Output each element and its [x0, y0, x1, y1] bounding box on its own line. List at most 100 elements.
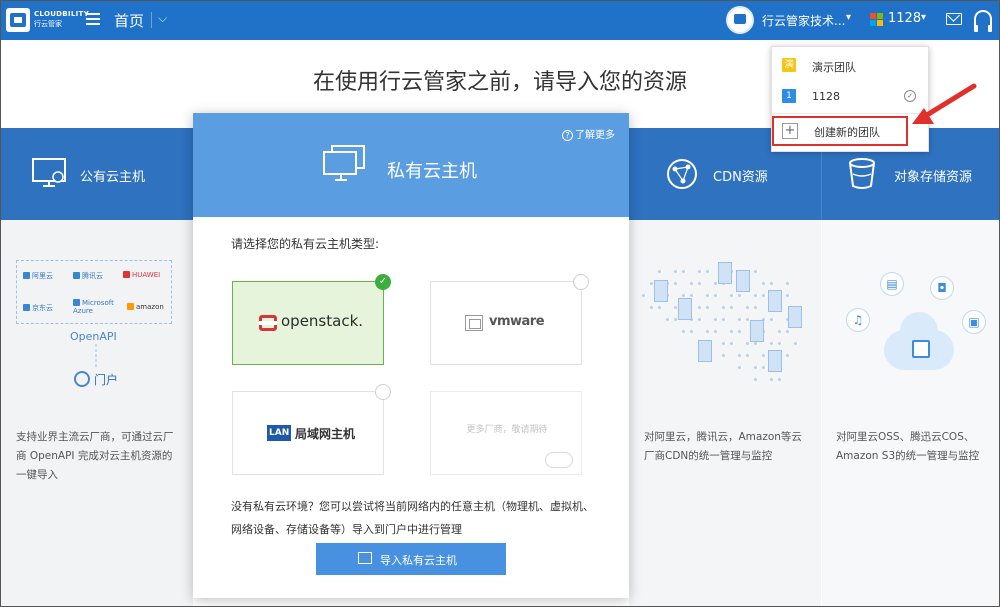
radio-icon[interactable] — [375, 384, 391, 400]
option-label: 更多厂商，敬请期待 — [466, 425, 548, 435]
map-dot — [722, 342, 725, 345]
server-icon — [788, 306, 802, 328]
chevron-down-icon[interactable]: ⌵ — [158, 11, 167, 26]
vendor-logo: Microsoft Azure — [73, 299, 114, 315]
create-team-label: 创建新的团队 — [814, 126, 880, 139]
portal-icon — [74, 371, 90, 387]
annotation-arrow — [912, 83, 977, 124]
private-cloud-panel: ? 了解更多 私有云主机 请选择您的私有云主机类型: ✓ openstack. v… — [193, 113, 629, 598]
windows-grid-icon[interactable] — [870, 13, 883, 26]
openapi-label: OpenAPI — [70, 330, 117, 343]
map-dot — [698, 270, 701, 273]
option-openstack[interactable]: ✓ openstack. — [232, 274, 391, 365]
category-public-cloud[interactable]: 公有云主机 — [0, 128, 193, 220]
map-dot — [754, 378, 757, 381]
map-dot — [714, 294, 717, 297]
map-dot — [650, 306, 653, 309]
music-icon: ♫ — [846, 308, 870, 332]
map-dot — [754, 306, 757, 309]
mail-icon[interactable] — [946, 13, 962, 25]
top-bar: CLOUDBILITY 行云管家 首页 ⌵ 行云管家技术... ▾ 1128 ▾ — [0, 0, 1000, 40]
network-globe-icon — [667, 159, 697, 189]
team-avatar[interactable] — [726, 6, 754, 34]
storage-panel — [822, 220, 1000, 607]
panel-title: 私有云主机 — [387, 161, 477, 182]
map-dot — [770, 318, 773, 321]
monitor-icon — [358, 552, 372, 564]
team-item-1128[interactable]: 1 1128 ✓ — [772, 82, 930, 112]
map-dot — [690, 282, 693, 285]
server-icon — [750, 320, 764, 342]
create-team-item[interactable]: + 创建新的团队 — [772, 116, 908, 146]
team-item-demo[interactable]: 演 演示团队 — [772, 51, 930, 81]
menu-icon[interactable] — [86, 13, 100, 25]
map-dot — [722, 318, 725, 321]
map-dot — [738, 330, 741, 333]
connector-line — [95, 344, 97, 368]
learn-more-link[interactable]: ? 了解更多 — [562, 126, 615, 141]
map-dot — [642, 294, 645, 297]
panel-header: ? 了解更多 私有云主机 — [193, 113, 629, 217]
server-icon — [678, 298, 692, 320]
map-dot — [738, 294, 741, 297]
map-dot — [706, 270, 709, 273]
brand-logo[interactable]: CLOUDBILITY 行云管家 — [6, 6, 89, 34]
public-cloud-description: 支持业界主流云厂商，可通过云厂商 OpenAPI 完成对云主机资源的一键导入 — [16, 431, 174, 481]
map-dot — [754, 294, 757, 297]
map-dot — [770, 342, 773, 345]
headset-icon[interactable] — [974, 10, 992, 32]
vmware-logo-icon — [465, 315, 483, 331]
category-label: 对象存储资源 — [894, 170, 973, 185]
monitors-icon — [323, 145, 367, 185]
radio-icon[interactable] — [573, 274, 589, 290]
map-dot — [714, 282, 717, 285]
cdn-description: 对阿里云，腾讯云，Amazon等云厂商CDN的统一管理与监控 — [644, 431, 802, 462]
map-dot — [674, 318, 677, 321]
map-dot — [730, 306, 733, 309]
map-dot — [690, 294, 693, 297]
chevron-down-icon[interactable]: ▾ — [921, 12, 926, 23]
cloudbility-logo-icon — [6, 8, 30, 32]
storage-description: 对阿里云OSS、腾迅云COS、Amazon S3的统一管理与监控 — [836, 431, 980, 462]
map-dot — [762, 282, 765, 285]
map-dot — [778, 330, 781, 333]
server-icon — [736, 270, 750, 292]
map-dot — [778, 342, 781, 345]
map-dot — [698, 306, 701, 309]
org-selector[interactable]: 1128 — [888, 11, 921, 26]
option-lan-host[interactable]: LAN 局域网主机 — [232, 384, 391, 475]
map-dot — [706, 306, 709, 309]
team-badge: 1 — [782, 89, 796, 103]
map-dot — [714, 318, 717, 321]
import-private-cloud-button[interactable]: 导入私有云主机 — [316, 543, 506, 575]
map-dot — [722, 306, 725, 309]
storage-bucket-icon — [849, 158, 875, 189]
map-dot — [674, 282, 677, 285]
option-label: 局域网主机 — [295, 427, 356, 441]
option-vmware[interactable]: vmware — [430, 274, 589, 365]
check-icon: ✓ — [375, 274, 391, 290]
map-dot — [754, 270, 757, 273]
team-name[interactable]: 行云管家技术... — [762, 12, 845, 29]
map-dot — [690, 330, 693, 333]
chevron-down-icon[interactable]: ▾ — [846, 12, 851, 23]
vendor-logo: 阿里云 — [23, 271, 53, 281]
map-dot — [794, 342, 797, 345]
nav-home[interactable]: 首页 — [114, 10, 144, 31]
map-dot — [722, 354, 725, 357]
map-dot — [666, 318, 669, 321]
team-item-label: 演示团队 — [812, 61, 856, 74]
map-dot — [658, 306, 661, 309]
map-dot — [738, 366, 741, 369]
nav-divider — [151, 12, 152, 28]
server-icon — [654, 280, 668, 302]
dropdown-divider — [772, 113, 930, 114]
plus-icon: + — [782, 123, 798, 139]
option-label: openstack. — [281, 312, 364, 330]
map-dot — [762, 294, 765, 297]
server-icon — [718, 262, 732, 284]
map-dot — [746, 354, 749, 357]
map-dot — [762, 354, 765, 357]
map-dot — [658, 270, 661, 273]
map-dot — [738, 318, 741, 321]
